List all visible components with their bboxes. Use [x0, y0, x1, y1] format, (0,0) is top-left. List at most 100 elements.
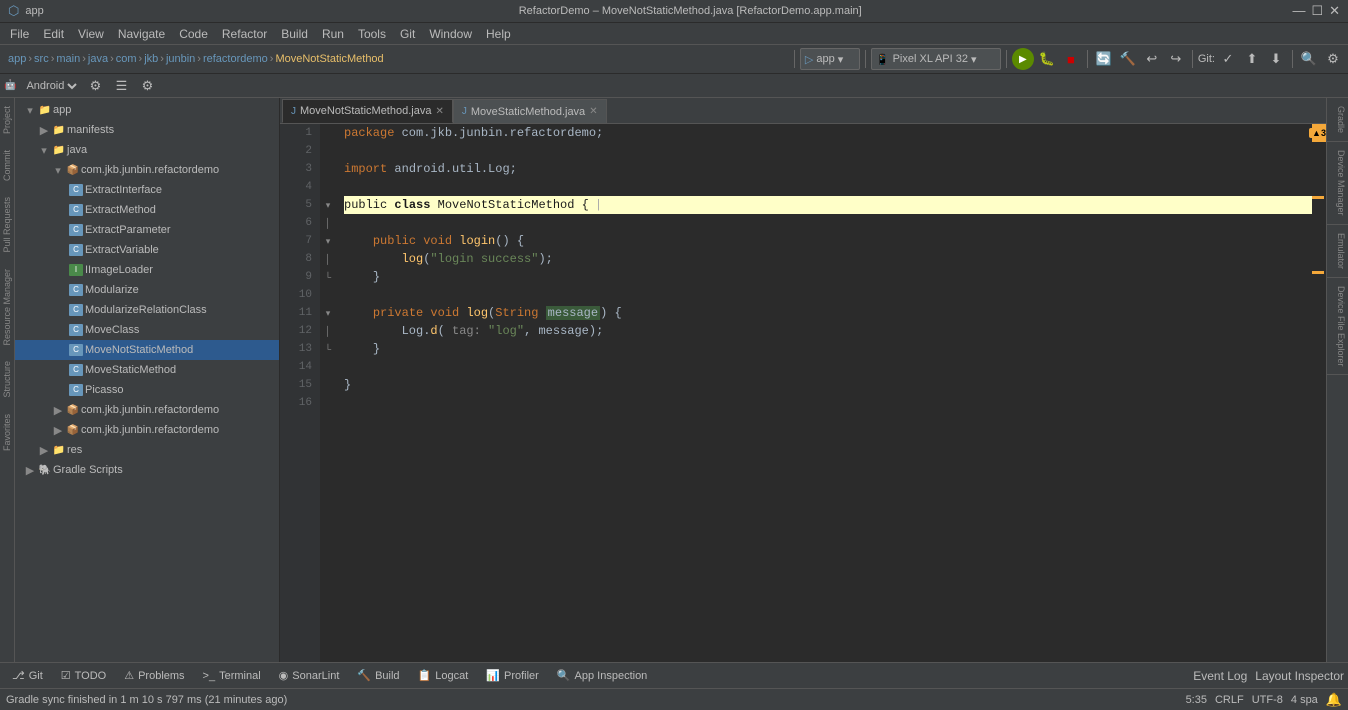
- line-ending[interactable]: CRLF: [1215, 694, 1244, 706]
- indent-size[interactable]: 4 spa: [1291, 694, 1318, 706]
- fold-6[interactable]: │: [320, 214, 336, 232]
- bottom-tab-profiler[interactable]: 📊 Profiler: [478, 664, 547, 688]
- breadcrumb-com[interactable]: com: [116, 53, 137, 65]
- device-dropdown[interactable]: 📱 Pixel XL API 32 ▾: [871, 48, 1001, 70]
- menu-code[interactable]: Code: [173, 25, 214, 43]
- right-tab-device-file-explorer[interactable]: Device File Explorer: [1327, 278, 1348, 376]
- bottom-tab-logcat[interactable]: 📋 Logcat: [410, 664, 477, 688]
- menu-view[interactable]: View: [72, 25, 110, 43]
- app-config-dropdown[interactable]: ▷ app ▾: [800, 48, 860, 70]
- git-update-button[interactable]: ✓: [1217, 48, 1239, 70]
- charset[interactable]: UTF-8: [1252, 694, 1283, 706]
- tree-item-Picasso[interactable]: C Picasso: [15, 380, 279, 400]
- project-vertical-tab[interactable]: Project: [0, 98, 14, 142]
- breadcrumb-main[interactable]: main: [56, 53, 80, 65]
- debug-button[interactable]: 🐛: [1036, 48, 1058, 70]
- tab-close-2[interactable]: ✕: [589, 106, 597, 117]
- fold-5[interactable]: ▾: [320, 196, 336, 214]
- code-editor[interactable]: 1 2 3 4 5 6 7 8 9 10 11 12 13 14 15 16: [280, 124, 1326, 662]
- menu-window[interactable]: Window: [423, 25, 478, 43]
- menu-file[interactable]: File: [4, 25, 35, 43]
- menu-git[interactable]: Git: [394, 25, 421, 43]
- breadcrumb-classname[interactable]: MoveNotStaticMethod: [275, 53, 383, 65]
- tab-MoveStaticMethod[interactable]: J MoveStaticMethod.java ✕: [453, 99, 607, 123]
- git-push-button[interactable]: ⬆: [1241, 48, 1263, 70]
- commit-vertical-tab[interactable]: Commit: [0, 142, 14, 189]
- menu-tools[interactable]: Tools: [352, 25, 392, 43]
- sync-button[interactable]: 🔄: [1093, 48, 1115, 70]
- breadcrumb-refactordemo[interactable]: refactordemo: [203, 53, 268, 65]
- undo-button[interactable]: ↩: [1141, 48, 1163, 70]
- settings-button[interactable]: ⚙: [1322, 48, 1344, 70]
- minimize-button[interactable]: —: [1292, 3, 1305, 19]
- menu-edit[interactable]: Edit: [37, 25, 70, 43]
- tab-MoveNotStaticMethod[interactable]: J MoveNotStaticMethod.java ✕: [282, 99, 453, 123]
- method-login: login: [459, 234, 495, 248]
- structure-vertical-tab[interactable]: Structure: [0, 353, 14, 406]
- tree-item-ExtractMethod[interactable]: C ExtractMethod: [15, 200, 279, 220]
- fold-11[interactable]: ▾: [320, 304, 336, 322]
- search-button[interactable]: 🔍: [1298, 48, 1320, 70]
- window-controls[interactable]: — ☐ ✕: [1292, 3, 1340, 19]
- tree-item-ExtractParameter[interactable]: C ExtractParameter: [15, 220, 279, 240]
- tree-item-ExtractVariable[interactable]: C ExtractVariable: [15, 240, 279, 260]
- breadcrumb-app[interactable]: app: [8, 53, 26, 65]
- tree-item-MoveNotStaticMethod[interactable]: C MoveNotStaticMethod: [15, 340, 279, 360]
- right-tab-gradle[interactable]: Gradle: [1327, 98, 1348, 142]
- right-tab-device-manager[interactable]: Device Manager: [1327, 142, 1348, 225]
- stop-button[interactable]: ■: [1060, 48, 1082, 70]
- android-view-select[interactable]: Android Project: [22, 79, 80, 93]
- event-log-link[interactable]: Event Log: [1193, 669, 1247, 683]
- close-button[interactable]: ✕: [1329, 3, 1340, 19]
- tree-item-Modularize[interactable]: C Modularize: [15, 280, 279, 300]
- tree-item-MoveClass[interactable]: C MoveClass: [15, 320, 279, 340]
- run-button[interactable]: ▶: [1012, 48, 1034, 70]
- tree-item-java[interactable]: ▾ 📁 java: [15, 140, 279, 160]
- pull-requests-vertical-tab[interactable]: Pull Requests: [0, 189, 14, 261]
- bottom-tab-terminal[interactable]: >_ Terminal: [195, 664, 269, 688]
- maximize-button[interactable]: ☐: [1311, 3, 1323, 19]
- tab-close-1[interactable]: ✕: [435, 106, 443, 117]
- layout-inspector-link[interactable]: Layout Inspector: [1255, 669, 1344, 683]
- nav-gear-button[interactable]: ⚙: [136, 75, 158, 97]
- tree-item-ModularizeRelationClass[interactable]: C ModularizeRelationClass: [15, 300, 279, 320]
- nav-settings-button[interactable]: ☰: [110, 75, 132, 97]
- tree-item-manifests[interactable]: ▶ 📁 manifests: [15, 120, 279, 140]
- menu-build[interactable]: Build: [275, 25, 314, 43]
- bottom-tab-problems[interactable]: ⚠ Problems: [116, 664, 192, 688]
- breadcrumb-java[interactable]: java: [88, 53, 108, 65]
- favorites-vertical-tab[interactable]: Favorites: [0, 406, 14, 459]
- tree-item-MoveStaticMethod[interactable]: C MoveStaticMethod: [15, 360, 279, 380]
- cursor-position[interactable]: 5:35: [1186, 694, 1207, 706]
- bottom-tab-build[interactable]: 🔨 Build: [349, 664, 407, 688]
- fold-7[interactable]: ▾: [320, 232, 336, 250]
- right-tab-emulator[interactable]: Emulator: [1327, 225, 1348, 278]
- tree-item-app[interactable]: ▾ 📁 app: [15, 100, 279, 120]
- warning-indicator[interactable]: ▲3: [1312, 124, 1326, 142]
- kw-class-5: class: [394, 198, 437, 212]
- bottom-tab-app-inspection[interactable]: 🔍 App Inspection: [549, 664, 655, 688]
- tree-item-pkg3[interactable]: ▶ 📦 com.jkb.junbin.refactordemo: [15, 420, 279, 440]
- bottom-tab-todo[interactable]: ☑ TODO: [53, 664, 114, 688]
- menu-refactor[interactable]: Refactor: [216, 25, 273, 43]
- menu-help[interactable]: Help: [480, 25, 517, 43]
- breadcrumb-src[interactable]: src: [34, 53, 49, 65]
- bottom-tab-sonarlint[interactable]: ◉ SonarLint: [271, 664, 348, 688]
- git-pull-button[interactable]: ⬇: [1265, 48, 1287, 70]
- tree-item-ExtractInterface[interactable]: C ExtractInterface: [15, 180, 279, 200]
- menu-navigate[interactable]: Navigate: [112, 25, 171, 43]
- sync-nav-button[interactable]: ⚙: [84, 75, 106, 97]
- tree-item-pkg2[interactable]: ▶ 📦 com.jkb.junbin.refactordemo: [15, 400, 279, 420]
- redo-button[interactable]: ↪: [1165, 48, 1187, 70]
- tree-item-res[interactable]: ▶ 📁 res: [15, 440, 279, 460]
- code-content[interactable]: package com.jkb.junbin.refactordemo; imp…: [336, 124, 1312, 662]
- tree-item-gradle-scripts[interactable]: ▶ 🐘 Gradle Scripts: [15, 460, 279, 480]
- menu-run[interactable]: Run: [316, 25, 350, 43]
- build-button[interactable]: 🔨: [1117, 48, 1139, 70]
- tree-item-IImageLoader[interactable]: I IImageLoader: [15, 260, 279, 280]
- bottom-tab-git[interactable]: ⎇ Git: [4, 664, 51, 688]
- resource-manager-vertical-tab[interactable]: Resource Manager: [0, 261, 14, 354]
- breadcrumb-jkb[interactable]: jkb: [144, 53, 158, 65]
- breadcrumb-junbin[interactable]: junbin: [166, 53, 195, 65]
- tree-item-package-main[interactable]: ▾ 📦 com.jkb.junbin.refactordemo: [15, 160, 279, 180]
